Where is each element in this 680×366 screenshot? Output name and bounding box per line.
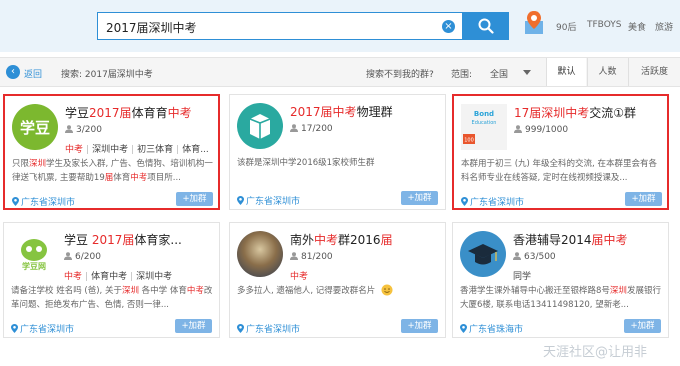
group-avatar	[237, 103, 283, 149]
group-description: 本群用于初三 (九) 年级全科的交流, 在本群里会有各科名师专业在线答疑, 定时…	[461, 159, 657, 183]
sort-tab-members[interactable]: 人数	[587, 58, 627, 86]
back-link[interactable]: 返回	[24, 67, 42, 80]
search-query-text: 2017届深圳中考	[106, 21, 197, 35]
svg-text:学豆网: 学豆网	[22, 261, 46, 271]
group-tags: 中考	[290, 272, 309, 282]
location-pin-icon	[12, 197, 19, 206]
group-name[interactable]: 学豆2017届体育育中考	[65, 104, 192, 121]
people-icon	[290, 124, 298, 132]
join-group-button[interactable]: +加群	[624, 319, 661, 333]
join-group-button[interactable]: +加群	[176, 192, 213, 206]
back-arrow-icon[interactable]: ‹	[6, 65, 20, 79]
group-tags: 中考 | 深圳中考 | 初三体育 | 体育...	[65, 145, 209, 155]
group-tags: 中考 | 体育中考 | 深圳中考	[64, 272, 173, 282]
group-description: 该群是深圳中学2016级1家校师生群	[237, 158, 375, 168]
group-description: 多多拉人, 遗福他人, 记得要改群名片	[237, 284, 439, 312]
svg-text:Education: Education	[472, 120, 497, 126]
group-location: 广东省深圳市	[11, 322, 74, 335]
join-group-button[interactable]: +加群	[401, 319, 438, 333]
clear-icon[interactable]: ×	[442, 20, 455, 33]
hot-tag-90s[interactable]: 90后	[556, 20, 576, 33]
join-group-button[interactable]: +加群	[401, 191, 438, 205]
filter-bar: ‹ 返回 搜索: 2017届深圳中考 搜索不到我的群? 范围: 全国 默认 人数…	[0, 57, 680, 87]
location-pin-icon	[237, 196, 244, 205]
group-name[interactable]: 17届深圳中考交流①群	[514, 104, 636, 121]
location-pin-icon	[461, 197, 468, 206]
group-card[interactable]: 2017届中考物理群 17/200 该群是深圳中学2016级1家校师生群 广东省…	[229, 94, 446, 210]
group-avatar: Bond Education 100	[461, 104, 507, 150]
group-name[interactable]: 学豆 2017届体育家...	[64, 231, 182, 248]
group-location: 广东省深圳市	[461, 195, 524, 208]
group-location: 广东省深圳市	[237, 322, 300, 335]
group-card[interactable]: 香港辅导2014届中考 63/500 同学 香港学生课外辅导中心搬迁至银桦路8号…	[452, 222, 669, 338]
group-location: 广东省深圳市	[12, 195, 75, 208]
group-avatar: 学豆	[12, 104, 58, 150]
join-group-button[interactable]: +加群	[625, 192, 662, 206]
group-name[interactable]: 2017届中考物理群	[290, 103, 393, 120]
group-avatar: 学豆网	[11, 231, 57, 277]
group-card[interactable]: 南外中考群2016届 81/200 中考 多多拉人, 遗福他人, 记得要改群名片…	[229, 222, 446, 338]
group-avatar	[237, 231, 283, 277]
member-count: 17/200	[290, 124, 333, 134]
member-count: 6/200	[64, 252, 101, 262]
people-icon	[514, 125, 522, 133]
location-pin-icon	[237, 324, 244, 333]
people-icon	[65, 125, 73, 133]
member-count: 81/200	[290, 252, 333, 262]
member-count: 3/200	[65, 125, 102, 135]
group-tags: 同学	[513, 272, 532, 282]
svg-text:学豆: 学豆	[20, 119, 50, 137]
group-name[interactable]: 南外中考群2016届	[290, 231, 393, 248]
range-select[interactable]: 全国	[484, 64, 540, 81]
group-card[interactable]: Bond Education 100 17届深圳中考交流①群 999/1000 …	[452, 94, 669, 210]
join-group-button[interactable]: +加群	[175, 319, 212, 333]
svg-text:100: 100	[464, 138, 474, 144]
member-count: 999/1000	[514, 125, 568, 135]
watermark: 天涯社区@让用非	[543, 345, 648, 360]
search-icon	[478, 18, 494, 34]
group-name[interactable]: 香港辅导2014届中考	[513, 231, 628, 248]
member-count: 63/500	[513, 252, 556, 262]
svg-text:Bond: Bond	[474, 110, 494, 118]
group-description: 请备注学校 姓名吗 (爸), 关于深圳 各中学 体育中考改革问题、拒绝发布广告、…	[11, 286, 213, 310]
sort-tab-default[interactable]: 默认	[546, 58, 586, 86]
group-location: 广东省珠海市	[460, 322, 523, 335]
group-avatar	[460, 231, 506, 277]
sort-tab-activity[interactable]: 活跃度	[628, 58, 680, 86]
hot-tag-tfboys[interactable]: TFBOYS	[587, 20, 622, 30]
search-input[interactable]: 2017届深圳中考 ×	[97, 12, 463, 40]
group-description: 香港学生课外辅导中心搬迁至银桦路8号深圳发展银行大厦6楼, 联系电话134114…	[460, 286, 661, 310]
map-pin-icon[interactable]	[523, 9, 545, 37]
location-pin-icon	[11, 324, 18, 333]
group-card[interactable]: 学豆 学豆2017届体育育中考 3/200 中考 | 深圳中考 | 初三体育 | 体育...…	[3, 94, 220, 210]
people-icon	[290, 252, 298, 260]
search-button[interactable]	[463, 12, 509, 40]
location-pin-icon	[460, 324, 467, 333]
smiley-icon	[381, 284, 393, 296]
breadcrumb: 搜索: 2017届深圳中考	[61, 70, 153, 80]
people-icon	[513, 252, 521, 260]
chevron-down-icon	[523, 70, 531, 75]
range-value: 全国	[490, 70, 509, 80]
search-header: 2017届深圳中考 × 90后 TFBOYS 美食 旅游	[0, 0, 680, 52]
not-found-link[interactable]: 搜索不到我的群?	[366, 67, 434, 80]
group-description: 只限深圳学生及家长入群, 广告、色情狗、培训机构一律送飞机票, 主要帮助19届体…	[12, 159, 213, 183]
people-icon	[64, 252, 72, 260]
group-card[interactable]: 学豆网 学豆 2017届体育家... 6/200 中考 | 体育中考 | 深圳中考 请备…	[3, 222, 220, 338]
range-label: 范围:	[451, 70, 473, 80]
hot-tag-food[interactable]: 美食	[628, 20, 646, 33]
group-location: 广东省深圳市	[237, 194, 300, 207]
hot-tag-travel[interactable]: 旅游	[655, 20, 673, 33]
